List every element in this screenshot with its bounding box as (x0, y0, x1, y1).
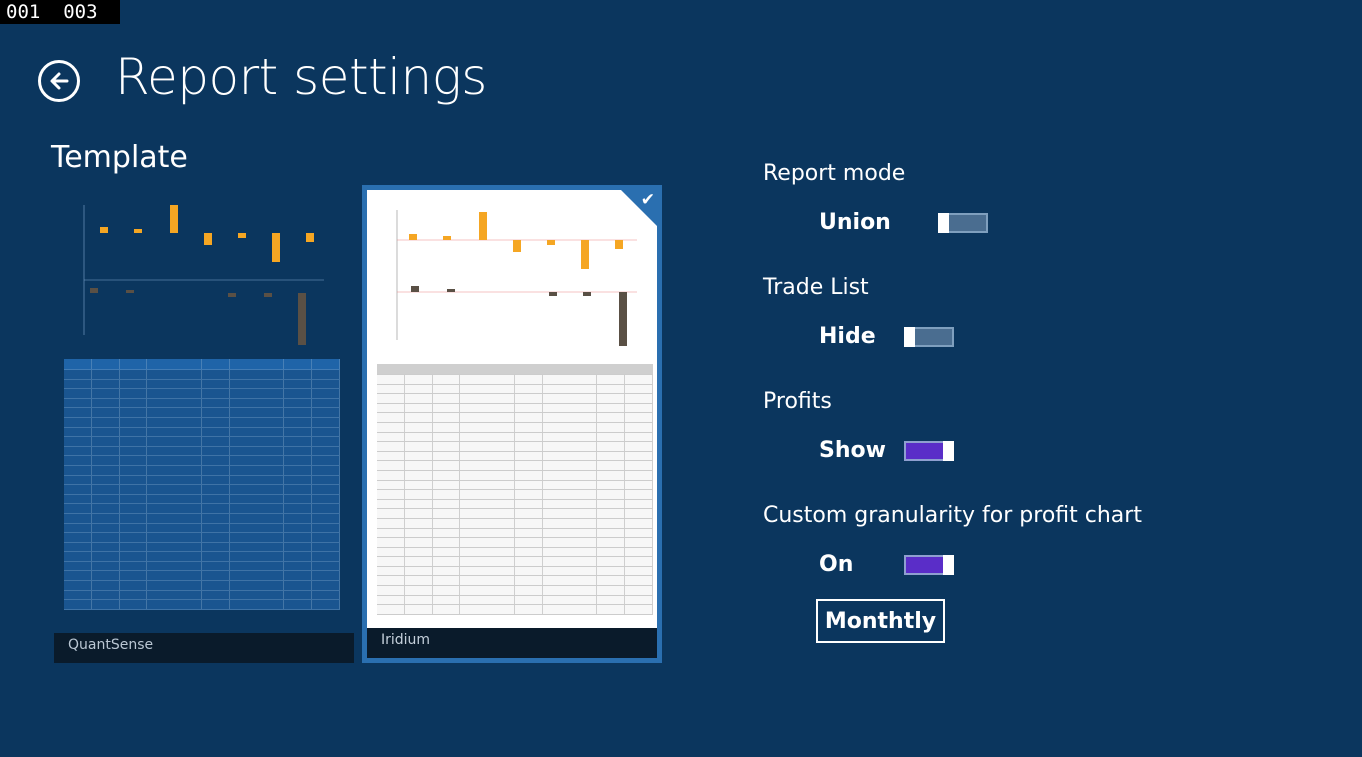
template-name: Iridium (367, 628, 657, 658)
preview-table (377, 364, 653, 615)
template-thumbnail (367, 190, 657, 628)
granularity-button[interactable]: Monthtly (816, 599, 945, 643)
trade-list-label: Trade List (763, 275, 869, 300)
trade-list-value: Hide (819, 324, 876, 349)
custom-granularity-value: On (819, 552, 854, 577)
profits-toggle[interactable] (904, 441, 954, 461)
trade-list-toggle[interactable] (904, 327, 954, 347)
report-mode-toggle[interactable] (938, 213, 988, 233)
checkmark-icon: ✔ (640, 190, 655, 210)
frame-counter: 001 003 (0, 0, 120, 24)
report-mode-label: Report mode (763, 161, 906, 186)
preview-chart (396, 210, 637, 346)
preview-chart (83, 205, 324, 345)
profits-value: Show (819, 438, 886, 463)
profits-label: Profits (763, 389, 832, 414)
custom-granularity-label: Custom granularity for profit chart (763, 503, 1142, 528)
template-iridium[interactable]: ✔ Iridium (362, 185, 662, 663)
custom-granularity-toggle[interactable] (904, 555, 954, 575)
template-quantsense[interactable]: QuantSense (54, 185, 354, 663)
page-title: Report settings (115, 48, 487, 106)
arrow-left-icon (50, 72, 69, 90)
template-section-title: Template (51, 140, 188, 175)
preview-table (64, 359, 340, 610)
template-thumbnail (54, 185, 354, 633)
template-name: QuantSense (54, 633, 354, 663)
back-button[interactable] (38, 60, 80, 102)
report-mode-value: Union (819, 210, 891, 235)
